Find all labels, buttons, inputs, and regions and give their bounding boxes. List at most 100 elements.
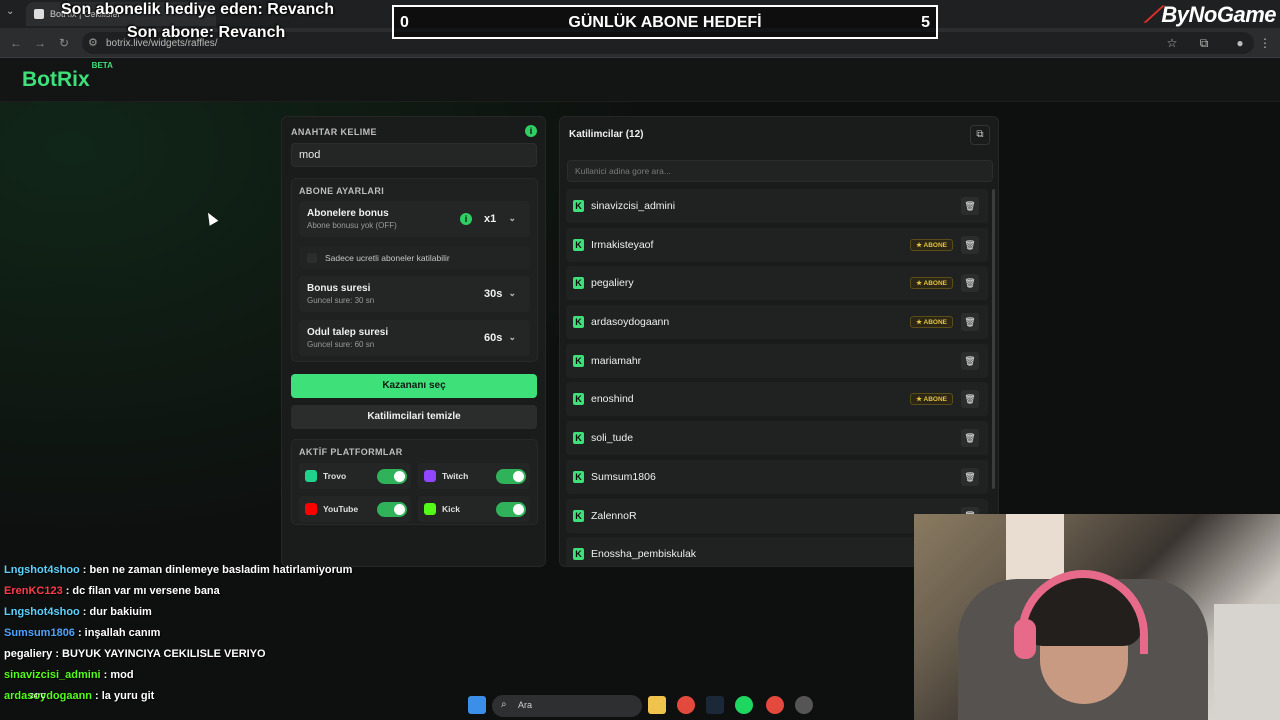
extensions-icon[interactable]: ⧉	[1196, 35, 1212, 51]
steam-icon[interactable]	[706, 696, 724, 714]
participant-scrollbar[interactable]	[992, 189, 995, 489]
platform-name: YouTube	[323, 504, 359, 514]
chat-username: ErenKC123	[4, 585, 63, 597]
kick-icon: K	[573, 354, 584, 367]
chrome-icon[interactable]	[677, 696, 695, 714]
delete-icon[interactable]: 🗑	[961, 429, 979, 448]
chevron-down-icon: ⌄	[508, 288, 516, 298]
platform-trovo: Trovo	[299, 463, 411, 489]
kick-icon: K	[573, 432, 584, 445]
back-icon[interactable]: ←	[8, 35, 24, 51]
delete-icon[interactable]: 🗑	[961, 351, 979, 370]
taskbar-search-label: Ara	[518, 700, 533, 710]
youtube-icon	[305, 503, 317, 515]
chevron-down-icon: ⌄	[508, 213, 516, 223]
delete-icon[interactable]: 🗑	[961, 390, 979, 409]
goal-target: 5	[921, 14, 930, 31]
obs-icon[interactable]	[795, 696, 813, 714]
chat-username: sinavizcisi_admini	[4, 669, 101, 681]
kick-toggle[interactable]	[496, 502, 526, 517]
youtube-toggle[interactable]	[377, 502, 407, 517]
sub-bonus-title: Abonelere bonus	[307, 208, 389, 219]
logo-text: BotRix	[22, 68, 90, 91]
chrome-active-icon[interactable]	[766, 696, 784, 714]
platform-name: Twitch	[442, 471, 469, 481]
claim-time-subtitle: Guncel sure: 60 sn	[307, 340, 375, 349]
reload-icon[interactable]: ↻	[56, 35, 72, 51]
forward-icon[interactable]: →	[32, 35, 48, 51]
profile-avatar-icon[interactable]: ●	[1232, 35, 1248, 51]
site-info-icon[interactable]: ⚙	[88, 36, 98, 49]
participant-name: mariamahr	[591, 354, 642, 367]
kick-icon	[424, 503, 436, 515]
chat-message: ErenKC123: dc filan var mı versene bana	[4, 581, 404, 602]
chat-message: sinavizcisi_admini: mod	[4, 665, 404, 686]
chat-username: Lngshot4shoo	[4, 564, 80, 576]
sub-bonus-row: Abonelere bonus Abone bonusu yok (OFF) i…	[299, 201, 530, 237]
keyword-input[interactable]	[291, 143, 537, 167]
bonus-time-select[interactable]: 30s ⌄	[478, 284, 522, 304]
participant-row: K Sumsum1806 🗑	[566, 459, 988, 494]
platform-name: Trovo	[323, 471, 347, 481]
delete-icon[interactable]: 🗑	[961, 274, 979, 293]
keyword-info-icon[interactable]: i	[525, 125, 537, 137]
delete-icon[interactable]: 🗑	[961, 313, 979, 332]
app-header: BotRixBETA	[0, 58, 1280, 102]
participant-name: Sumsum1806	[591, 470, 656, 483]
platform-twitch: Twitch	[418, 463, 530, 489]
claim-time-row: Odul talep suresi Guncel sure: 60 sn 60s…	[299, 320, 530, 356]
tab-search-icon[interactable]: ⌄	[6, 6, 20, 20]
kick-icon: K	[573, 548, 584, 561]
bonus-time-title: Bonus suresi	[307, 283, 371, 294]
sub-bonus-info-icon[interactable]: i	[460, 213, 472, 225]
active-platforms: AKTİF PLATFORMLAR Trovo Twitch YouTube K…	[291, 439, 538, 525]
kick-icon: K	[573, 200, 584, 212]
subscriber-settings-label: ABONE AYARLARI	[299, 186, 385, 196]
windows-taskbar: ⌕ Ara	[400, 690, 914, 720]
kick-icon: K	[573, 470, 584, 483]
search-icon: ⌕	[501, 699, 507, 710]
chat-message: pegaliery: BUYUK YAYINCIYA CEKILISLE VER…	[4, 644, 404, 665]
chat-text: : mod	[103, 669, 134, 681]
participant-name: ardasoydogaann	[591, 316, 670, 329]
only-paid-subs-checkbox[interactable]	[307, 253, 317, 263]
botrix-logo[interactable]: BotRixBETA	[22, 61, 113, 92]
sponsor-mark-icon: ⟋	[1144, 2, 1160, 27]
chat-username: Lngshot4shoo	[4, 606, 80, 618]
clear-participants-button[interactable]: Katilimcilari temizle	[291, 405, 537, 429]
delete-icon[interactable]: 🗑	[961, 235, 979, 254]
participants-panel: Katilimcilar (12) ⧉ Ksinavizcisi_admini 🗑…	[559, 116, 999, 567]
browser-menu-icon[interactable]: ⋮	[1257, 35, 1273, 51]
pick-winner-button[interactable]: Kazananı seç	[291, 374, 537, 398]
only-paid-subs-row[interactable]: Sadece ucretli aboneler katilabilir	[299, 247, 530, 269]
chat-text: : ben ne zaman dinlemeye basladim hatirl…	[82, 564, 353, 576]
trovo-toggle[interactable]	[377, 469, 407, 484]
raffle-settings-panel: ANAHTAR KELIME i ABONE AYARLARI Aboneler…	[281, 116, 546, 567]
participant-name: soli_tude	[591, 432, 634, 445]
stream-chat: Lngshot4shoo: ben ne zaman dinlemeye bas…	[4, 560, 404, 707]
claim-time-value: 60s	[484, 332, 503, 344]
delete-icon[interactable]: 🗑	[961, 467, 979, 486]
sponsor-logo: ⟋ByNoGame	[1145, 2, 1277, 28]
sub-bonus-select[interactable]: x1 ⌄	[478, 209, 522, 229]
delete-icon[interactable]: 🗑	[961, 197, 979, 215]
bonus-time-row: Bonus suresi Guncel sure: 30 sn 30s ⌄	[299, 276, 530, 312]
chat-username: ardasoydogaann	[4, 690, 93, 702]
taskbar-search[interactable]: ⌕ Ara	[492, 695, 642, 717]
participant-search-input[interactable]	[567, 160, 993, 182]
participant-row: Ksoli_tude 🗑	[566, 421, 988, 456]
twitch-icon	[424, 470, 436, 482]
claim-time-select[interactable]: 60s ⌄	[478, 328, 522, 348]
spotify-icon[interactable]	[735, 696, 753, 714]
windows-start-icon[interactable]	[468, 696, 486, 714]
twitch-toggle[interactable]	[496, 469, 526, 484]
bookmark-star-icon[interactable]: ☆	[1164, 35, 1180, 51]
subscriber-badge: ★ ABONE	[910, 277, 953, 290]
chat-text: : la yuru git	[95, 690, 155, 702]
chat-text: : BUYUK YAYINCIYA CEKILISLE VERIYO	[55, 648, 266, 660]
participant-row: K Irmakisteyaof ★ ABONE 🗑	[566, 227, 988, 262]
participant-name: Irmakisteyaof	[591, 238, 654, 251]
file-explorer-icon[interactable]	[648, 696, 666, 714]
copy-icon[interactable]: ⧉	[970, 125, 990, 145]
chat-message: Sumsum1806: inşallah canım	[4, 623, 404, 644]
